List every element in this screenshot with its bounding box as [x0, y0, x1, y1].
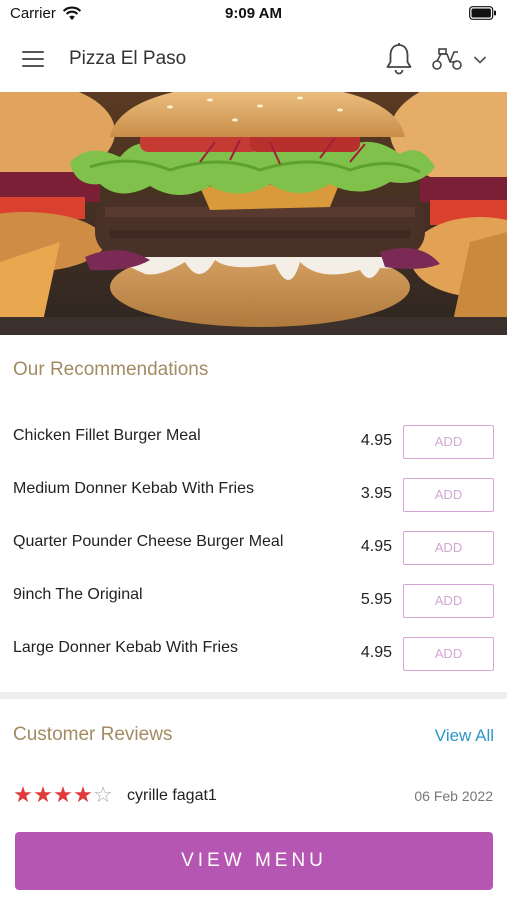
menu-button[interactable] [20, 46, 50, 72]
scooter-icon [432, 48, 462, 70]
star-filled-icon: ★ [13, 782, 33, 807]
add-button[interactable]: ADD [403, 478, 494, 512]
item-price: 4.95 [360, 644, 392, 661]
chevron-down-icon [474, 56, 486, 64]
review-date: 06 Feb 2022 [414, 788, 493, 804]
page-title: Pizza El Paso [69, 48, 187, 69]
item-name: Chicken Fillet Burger Meal [13, 427, 201, 444]
burger-photo [0, 92, 507, 335]
item-price: 4.95 [360, 538, 392, 555]
reviews-title: Customer Reviews [13, 724, 173, 745]
view-all-reviews-link[interactable]: View All [435, 726, 494, 746]
item-price: 3.95 [360, 485, 392, 502]
location-dropdown-button[interactable] [470, 50, 490, 70]
bell-icon [386, 43, 412, 75]
section-divider [0, 692, 507, 699]
item-name: Medium Donner Kebab With Fries [13, 480, 254, 497]
app-header: Pizza El Paso [0, 26, 507, 92]
add-button[interactable]: ADD [403, 425, 494, 459]
item-name: Large Donner Kebab With Fries [13, 639, 238, 656]
item-name: Quarter Pounder Cheese Burger Meal [13, 533, 284, 550]
status-bar: Carrier 9:09 AM [0, 0, 507, 26]
item-price: 4.95 [360, 432, 392, 449]
notifications-button[interactable] [384, 42, 414, 76]
star-rating: ★★★★☆ [13, 784, 113, 808]
reviewer-name: cyrille fagat1 [127, 787, 217, 804]
delivery-mode-button[interactable] [430, 44, 464, 74]
add-button[interactable]: ADD [403, 531, 494, 565]
add-button[interactable]: ADD [403, 584, 494, 618]
star-filled-icon: ★ [73, 782, 93, 807]
battery-icon [469, 6, 496, 20]
hero-image [0, 92, 507, 335]
view-menu-button[interactable]: VIEW MENU [15, 832, 493, 890]
star-filled-icon: ★ [53, 782, 73, 807]
star-filled-icon: ★ [33, 782, 53, 807]
item-price: 5.95 [360, 591, 392, 608]
item-name: 9inch The Original [13, 586, 143, 603]
status-time: 9:09 AM [225, 5, 282, 22]
recommendations-title: Our Recommendations [13, 359, 209, 380]
add-button[interactable]: ADD [403, 637, 494, 671]
star-empty-icon: ☆ [93, 782, 113, 807]
